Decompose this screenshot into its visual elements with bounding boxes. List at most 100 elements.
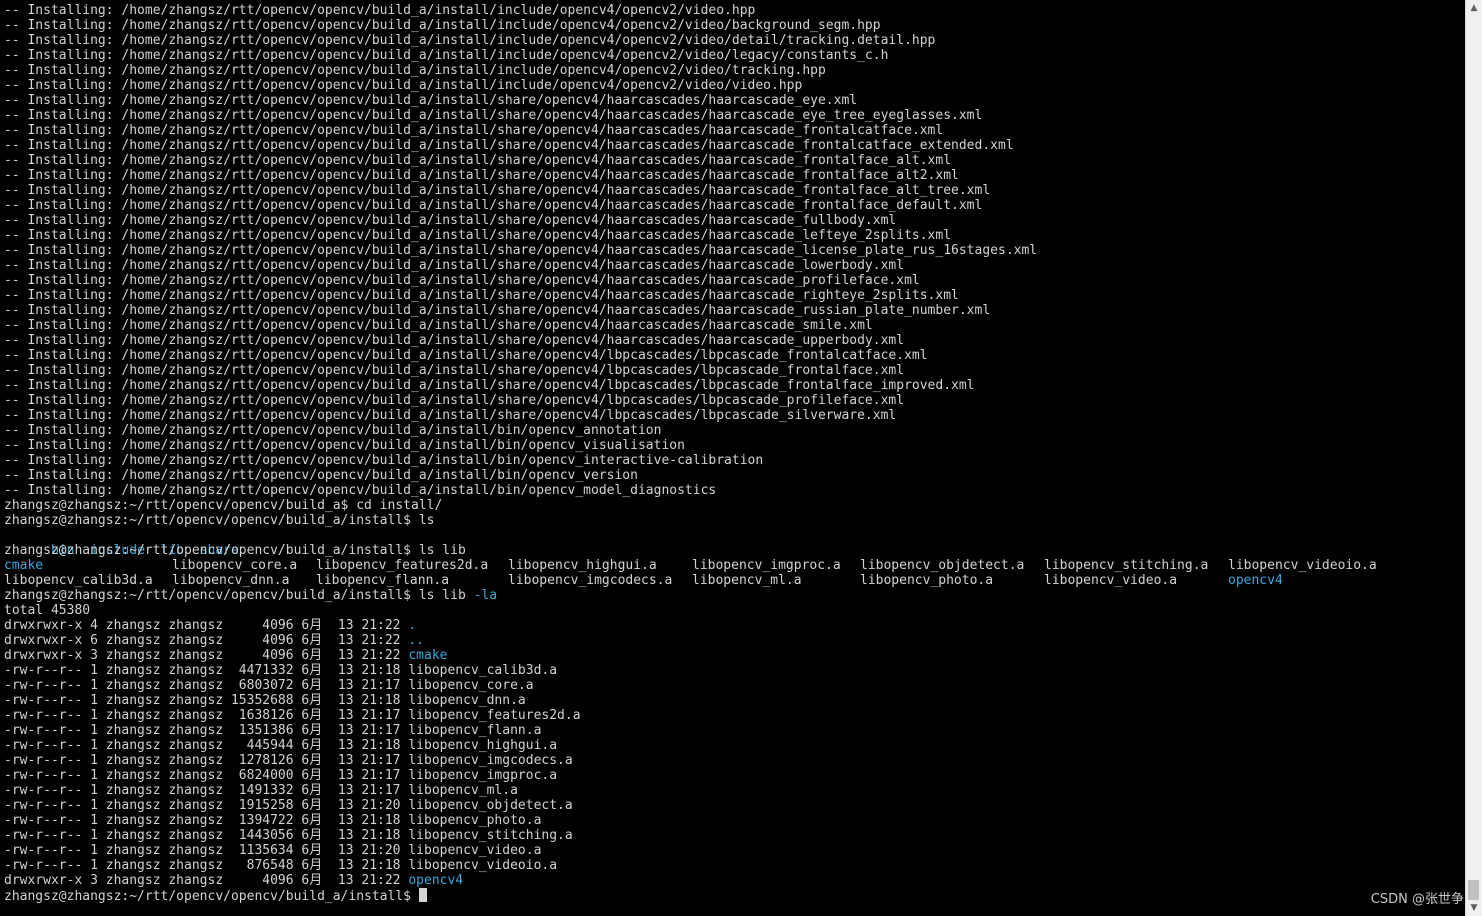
file-entry: libopencv_flann.a	[316, 573, 450, 588]
file-meta: -rw-r--r-- 1 zhangsz zhangsz 1638126 6月 …	[4, 708, 409, 723]
file-meta: -rw-r--r-- 1 zhangsz zhangsz 1351386 6月 …	[4, 723, 409, 738]
scrollbar-thumb[interactable]	[1468, 880, 1479, 900]
install-log-line: -- Installing: /home/zhangsz/rtt/opencv/…	[4, 303, 991, 318]
install-log-line: -- Installing: /home/zhangsz/rtt/opencv/…	[4, 363, 905, 378]
command-line-ls-la: zhangsz@zhangsz:~/rtt/opencv/opencv/buil…	[4, 588, 1466, 603]
file-entry: libopencv_features2d.a	[316, 558, 489, 573]
ls-lib-output-row: cmake libopencv_core.a libopencv_features2…	[4, 558, 1466, 573]
prompt-text: zhangsz@zhangsz:~/rtt/opencv/opencv/buil…	[4, 889, 419, 904]
dir-entry: opencv4	[1228, 573, 1283, 588]
file-entry: libopencv_videoio.a	[408, 858, 558, 873]
install-log-line: -- Installing: /home/zhangsz/rtt/opencv/…	[4, 378, 975, 393]
install-log-line: -- Installing: /home/zhangsz/rtt/opencv/…	[4, 273, 920, 288]
file-meta: -rw-r--r-- 1 zhangsz zhangsz 1394722 6月 …	[4, 813, 409, 828]
file-entry: libopencv_imgcodecs.a	[508, 573, 673, 588]
file-meta: -rw-r--r-- 1 zhangsz zhangsz 1278126 6月 …	[4, 753, 409, 768]
scroll-up-arrow-icon[interactable]: ▲	[1469, 3, 1479, 13]
install-log-line: -- Installing: /home/zhangsz/rtt/opencv/…	[4, 333, 905, 348]
command-line-ls: zhangsz@zhangsz:~/rtt/opencv/opencv/buil…	[4, 513, 435, 528]
ls-la-row: drwxrwxr-x 3 zhangsz zhangsz 4096 6月 13 …	[4, 873, 1466, 888]
install-log-line: -- Installing: /home/zhangsz/rtt/opencv/…	[4, 123, 944, 138]
ls-la-row: drwxrwxr-x 3 zhangsz zhangsz 4096 6月 13 …	[4, 648, 1466, 663]
ls-la-output: drwxrwxr-x 4 zhangsz zhangsz 4096 6月 13 …	[4, 618, 1466, 888]
ls-la-row: -rw-r--r-- 1 zhangsz zhangsz 4471332 6月 …	[4, 663, 1466, 678]
file-entry: libopencv_flann.a	[408, 723, 542, 738]
ls-la-row: -rw-r--r-- 1 zhangsz zhangsz 445944 6月 1…	[4, 738, 1466, 753]
install-log-line: -- Installing: /home/zhangsz/rtt/opencv/…	[4, 183, 991, 198]
install-log-line: -- Installing: /home/zhangsz/rtt/opencv/…	[4, 318, 873, 333]
terminal-window[interactable]: -- Installing: /home/zhangsz/rtt/opencv/…	[0, 0, 1466, 916]
install-log-line: -- Installing: /home/zhangsz/rtt/opencv/…	[4, 408, 897, 423]
file-entry: libopencv_photo.a	[408, 813, 542, 828]
command-line-ls-lib: zhangsz@zhangsz:~/rtt/opencv/opencv/buil…	[4, 543, 466, 558]
file-entry: libopencv_calib3d.a	[408, 663, 558, 678]
prompt-text: zhangsz@zhangsz:~/rtt/opencv/opencv/buil…	[4, 588, 474, 603]
file-meta: -rw-r--r-- 1 zhangsz zhangsz 15352688 6月…	[4, 693, 409, 708]
install-log-line: -- Installing: /home/zhangsz/rtt/opencv/…	[4, 33, 936, 48]
ls-lib-output-row: libopencv_calib3d.a libopencv_dnn.a libope…	[4, 573, 1466, 588]
file-entry: libopencv_core.a	[172, 558, 298, 573]
install-log-line: -- Installing: /home/zhangsz/rtt/opencv/…	[4, 423, 662, 438]
install-log-line: -- Installing: /home/zhangsz/rtt/opencv/…	[4, 78, 803, 93]
install-log-line: -- Installing: /home/zhangsz/rtt/opencv/…	[4, 348, 928, 363]
file-entry: libopencv_video.a	[408, 843, 542, 858]
file-entry: libopencv_core.a	[408, 678, 534, 693]
install-log-line: -- Installing: /home/zhangsz/rtt/opencv/…	[4, 288, 959, 303]
file-meta: drwxrwxr-x 3 zhangsz zhangsz 4096 6月 13 …	[4, 648, 409, 663]
install-log-line: -- Installing: /home/zhangsz/rtt/opencv/…	[4, 48, 889, 63]
file-entry: libopencv_videoio.a	[1228, 558, 1377, 573]
file-entry: libopencv_calib3d.a	[4, 573, 153, 588]
install-log-line: -- Installing: /home/zhangsz/rtt/opencv/…	[4, 138, 1014, 153]
file-meta: -rw-r--r-- 1 zhangsz zhangsz 1135634 6月 …	[4, 843, 409, 858]
ls-la-row: -rw-r--r-- 1 zhangsz zhangsz 1638126 6月 …	[4, 708, 1466, 723]
file-meta: drwxrwxr-x 3 zhangsz zhangsz 4096 6月 13 …	[4, 873, 409, 888]
final-prompt-line[interactable]: zhangsz@zhangsz:~/rtt/opencv/opencv/buil…	[4, 888, 1466, 904]
file-meta: -rw-r--r-- 1 zhangsz zhangsz 1443056 6月 …	[4, 828, 409, 843]
file-entry: libopencv_imgproc.a	[692, 558, 841, 573]
dir-entry: opencv4	[408, 873, 464, 888]
file-meta: -rw-r--r-- 1 zhangsz zhangsz 4471332 6月 …	[4, 663, 409, 678]
file-entry: libopencv_objdetect.a	[860, 558, 1025, 573]
install-log-line: -- Installing: /home/zhangsz/rtt/opencv/…	[4, 453, 764, 468]
install-log-line: -- Installing: /home/zhangsz/rtt/opencv/…	[4, 168, 959, 183]
ls-la-row: -rw-r--r-- 1 zhangsz zhangsz 876548 6月 1…	[4, 858, 1466, 873]
file-entry: libopencv_dnn.a	[172, 573, 290, 588]
install-log-line: -- Installing: /home/zhangsz/rtt/opencv/…	[4, 108, 983, 123]
file-meta: -rw-r--r-- 1 zhangsz zhangsz 445944 6月 1…	[4, 738, 409, 753]
ls-output: bin include lib share	[4, 528, 1466, 558]
install-log-line: -- Installing: /home/zhangsz/rtt/opencv/…	[4, 63, 826, 78]
dir-entry: cmake	[4, 558, 44, 573]
terminal-output: -- Installing: /home/zhangsz/rtt/opencv/…	[4, 3, 1466, 904]
file-entry: libopencv_video.a	[1044, 573, 1178, 588]
file-entry: libopencv_highgui.a	[508, 558, 657, 573]
csdn-watermark: CSDN @张世争	[1370, 892, 1464, 907]
file-meta: -rw-r--r-- 1 zhangsz zhangsz 1491332 6月 …	[4, 783, 409, 798]
ls-la-row: -rw-r--r-- 1 zhangsz zhangsz 1491332 6月 …	[4, 783, 1466, 798]
ls-la-row: -rw-r--r-- 1 zhangsz zhangsz 6803072 6月 …	[4, 678, 1466, 693]
ls-la-row: drwxrwxr-x 4 zhangsz zhangsz 4096 6月 13 …	[4, 618, 1466, 633]
dir-entry: cmake	[408, 648, 448, 663]
ls-la-row: -rw-r--r-- 1 zhangsz zhangsz 1278126 6月 …	[4, 753, 1466, 768]
file-entry: libopencv_dnn.a	[408, 693, 526, 708]
text-cursor	[418, 888, 427, 902]
ls-la-row: -rw-r--r-- 1 zhangsz zhangsz 1443056 6月 …	[4, 828, 1466, 843]
file-entry: libopencv_stitching.a	[408, 828, 573, 843]
dir-entry: ..	[408, 633, 424, 648]
ls-la-row: -rw-r--r-- 1 zhangsz zhangsz 1915258 6月 …	[4, 798, 1466, 813]
install-log-line: -- Installing: /home/zhangsz/rtt/opencv/…	[4, 438, 685, 453]
file-entry: libopencv_highgui.a	[408, 738, 558, 753]
scroll-down-arrow-icon[interactable]: ▼	[1469, 903, 1479, 913]
file-meta: drwxrwxr-x 6 zhangsz zhangsz 4096 6月 13 …	[4, 633, 409, 648]
file-entry: libopencv_photo.a	[860, 573, 994, 588]
ls-la-row: -rw-r--r-- 1 zhangsz zhangsz 1351386 6月 …	[4, 723, 1466, 738]
vertical-scrollbar[interactable]: ▲ ▼	[1465, 0, 1482, 916]
file-meta: -rw-r--r-- 1 zhangsz zhangsz 6803072 6月 …	[4, 678, 409, 693]
install-log-line: -- Installing: /home/zhangsz/rtt/opencv/…	[4, 393, 905, 408]
file-meta: drwxrwxr-x 4 zhangsz zhangsz 4096 6月 13 …	[4, 618, 409, 633]
file-entry: libopencv_objdetect.a	[408, 798, 573, 813]
command-flag: -la	[473, 588, 498, 603]
install-log: -- Installing: /home/zhangsz/rtt/opencv/…	[4, 3, 1466, 498]
ls-la-row: -rw-r--r-- 1 zhangsz zhangsz 1394722 6月 …	[4, 813, 1466, 828]
install-log-line: -- Installing: /home/zhangsz/rtt/opencv/…	[4, 153, 952, 168]
install-log-line: -- Installing: /home/zhangsz/rtt/opencv/…	[4, 468, 638, 483]
